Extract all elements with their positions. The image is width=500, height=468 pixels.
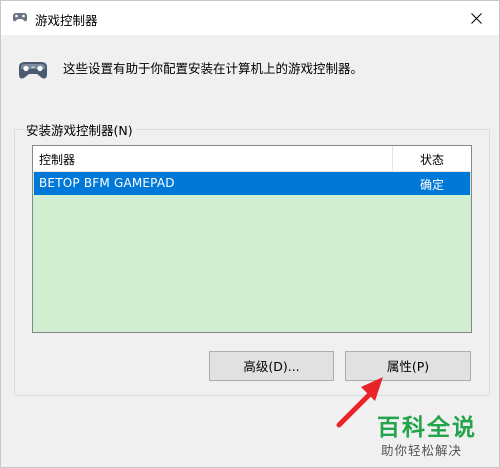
- close-button[interactable]: [453, 1, 499, 35]
- window-title: 游戏控制器: [35, 13, 98, 28]
- watermark-title: 百科全说: [377, 415, 477, 441]
- controllers-list[interactable]: 控制器 状态 BETOP BFM GAMEPAD 确定: [32, 145, 472, 333]
- watermark-subtitle: 助你轻松解决: [381, 443, 463, 458]
- gamepad-icon: [19, 62, 47, 79]
- description-text: 这些设置有助于你配置安装在计算机上的游戏控制器。: [63, 61, 364, 76]
- title-bar[interactable]: 游戏控制器: [1, 1, 499, 35]
- advanced-button[interactable]: 高级(D)...: [209, 351, 334, 381]
- group-label: 安装游戏控制器(N): [23, 120, 136, 139]
- column-header-controller[interactable]: 控制器: [39, 151, 75, 168]
- list-header: 控制器 状态: [33, 146, 471, 172]
- gamepad-icon: [13, 13, 27, 22]
- game-controllers-dialog: 游戏控制器 这些设置有助于你配置安装在计算机上的游戏控制器。 安装游戏控制器(N…: [0, 0, 500, 468]
- controller-status: 确定: [419, 178, 444, 192]
- list-item[interactable]: BETOP BFM GAMEPAD 确定: [34, 172, 470, 195]
- column-header-status[interactable]: 状态: [402, 151, 462, 168]
- close-icon: [470, 12, 482, 24]
- watermark: 百科全说 助你轻松解决: [371, 406, 497, 466]
- column-divider[interactable]: [392, 146, 393, 171]
- controller-name: BETOP BFM GAMEPAD: [39, 176, 175, 190]
